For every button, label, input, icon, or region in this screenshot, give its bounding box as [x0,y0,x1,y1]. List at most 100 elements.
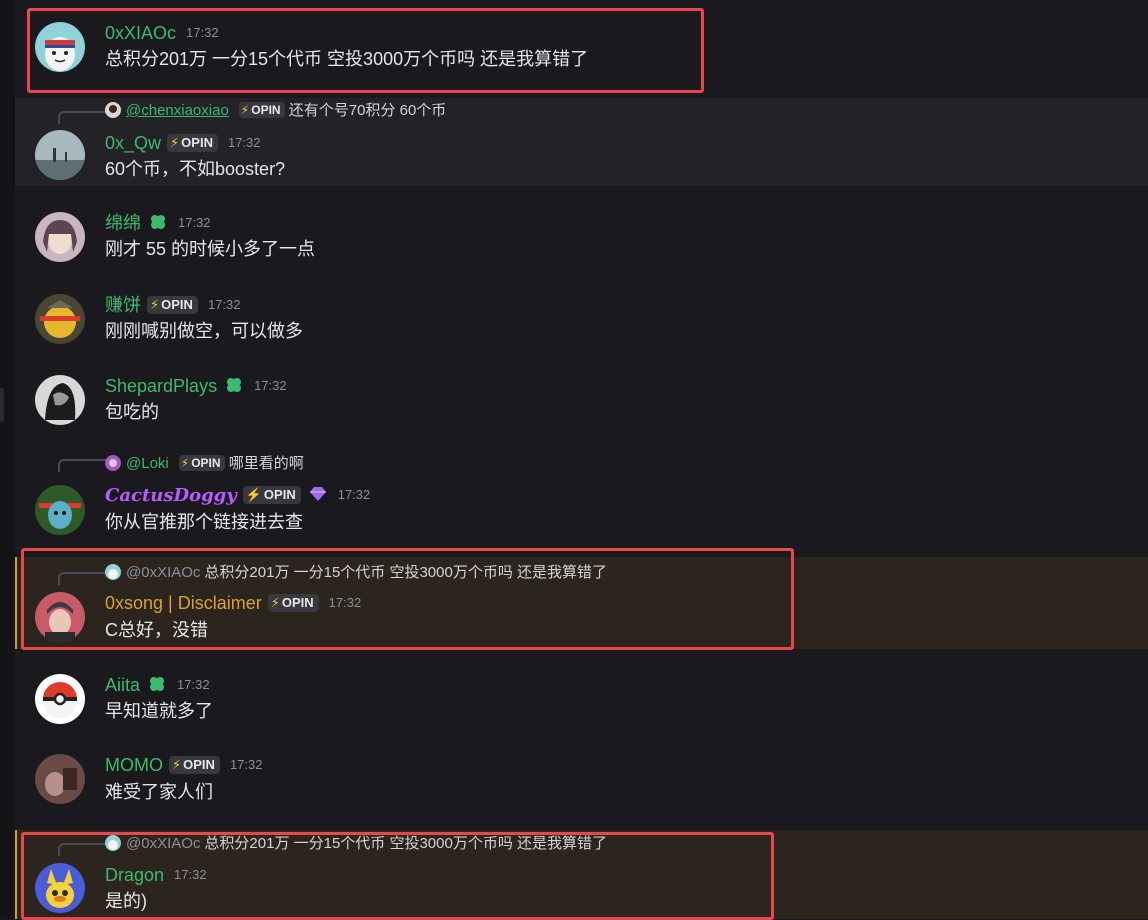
clover-icon [227,378,242,392]
opin-badge: ⚡ OPIN [147,296,198,314]
clover-icon [150,677,165,691]
username[interactable]: 0xXIAOc [105,23,176,43]
purple-gem-icon [309,487,326,501]
message[interactable]: ShepardPlays 17:32 包吃的 [15,363,1148,435]
message-text: 你从官推那个链接进去查 [105,512,303,532]
username-row: CactusDoggy ⚡ OPIN 17:32 [105,484,370,507]
message-text: 刚刚喊别做空，可以做多 [105,321,303,341]
opin-badge: ⚡ OPIN [238,102,285,118]
avatar[interactable] [35,674,85,724]
avatar[interactable] [35,294,85,344]
username-row: 0x_Qw ⚡ OPIN 17:32 [105,132,261,154]
username-row: Dragon 17:32 [105,864,207,886]
reply-username[interactable]: @0xXIAOc [126,564,200,581]
message-text: 包吃的 [105,402,159,422]
message-text: 早知道就多了 [105,701,213,721]
timestamp: 17:32 [254,378,287,393]
reply-preview[interactable]: @chenxiaoxiao ⚡ OPIN 还有个号70积分 60个币 [105,102,446,120]
avatar[interactable] [35,375,85,425]
timestamp: 17:32 [337,487,371,502]
message-text: 刚才 55 的时候小多了一点 [105,239,316,259]
message-text: C总好，没错 [105,620,208,640]
opin-badge: ⚡ OPIN [267,594,319,612]
username[interactable]: ShepardPlays [105,376,217,396]
timestamp: 17:32 [177,677,210,692]
message[interactable]: @0xXIAOc 总积分201万 一分15个代币 空投3000万个币吗 还是我算错… [15,557,1148,649]
timestamp: 17:32 [207,297,241,312]
username[interactable]: CactusDoggy [105,485,237,506]
username[interactable]: 0x_Qw [105,133,161,153]
avatar[interactable] [35,22,85,72]
reply-username[interactable]: @Loki [126,455,169,472]
reply-spine [58,459,106,472]
username-row: 0xXIAOc 17:32 [105,22,219,44]
message-text: 60个币，不如booster? [105,159,286,179]
username[interactable]: MOMO [105,755,163,775]
message-text: 难受了家人们 [105,782,213,802]
username[interactable]: 赚饼 [105,295,141,315]
message[interactable]: @Loki ⚡ OPIN 哪里看的啊 CactusDoggy ⚡ OPIN 17:32 你… [15,445,1148,541]
avatar[interactable] [35,130,85,180]
opin-badge: ⚡ OPIN [167,134,218,152]
username[interactable]: 0xsong | Disclaimer [105,593,262,613]
timestamp: 17:32 [178,215,211,230]
lightning-bolt-icon: ⚡ [270,595,280,610]
opin-badge: ⚡ OPIN [169,756,220,774]
avatar[interactable] [35,754,85,804]
lightning-bolt-icon: ⚡ [245,487,262,502]
reply-text: 总积分201万 一分15个代币 空投3000万个币吗 还是我算错了 [204,835,608,852]
lightning-bolt-icon: ⚡ [170,135,180,150]
lightning-bolt-icon: ⚡ [172,757,182,772]
reply-preview[interactable]: @Loki ⚡ OPIN 哪里看的啊 [105,455,304,473]
username-row: ShepardPlays 17:32 [105,375,287,397]
clover-icon [151,215,165,229]
message[interactable]: 赚饼 ⚡ OPIN 17:32 刚刚喊别做空，可以做多 [15,282,1148,354]
reply-username[interactable]: @0xXIAOc [126,835,200,852]
username-row: 绵绵 17:32 [105,212,211,234]
reply-avatar [105,102,121,118]
lightning-bolt-icon: ⚡ [180,456,190,470]
username-row: 0xsong | Disclaimer ⚡ OPIN 17:32 [105,592,361,614]
username-row: 赚饼 ⚡ OPIN 17:32 [105,294,240,316]
avatar[interactable] [35,863,85,913]
opin-badge: ⚡ OPIN [242,486,301,504]
opin-badge: ⚡ OPIN [178,455,225,471]
timestamp: 17:32 [227,135,261,150]
message[interactable]: 绵绵 17:32 刚才 55 的时候小多了一点 [15,200,1148,272]
reply-avatar [105,455,121,471]
reply-avatar [105,564,121,580]
reply-username[interactable]: @chenxiaoxiao [126,102,229,119]
reply-text: 哪里看的啊 [228,455,304,472]
message[interactable]: @chenxiaoxiao ⚡ OPIN 还有个号70积分 60个币 0x_Qw ⚡ O… [15,98,1148,186]
username-row: MOMO ⚡ OPIN 17:32 [105,754,262,776]
timestamp: 17:32 [229,757,263,772]
message-text: 是的) [105,891,147,911]
username[interactable]: 绵绵 [105,213,141,233]
reply-spine [58,572,106,585]
reply-spine [58,843,106,856]
left-gutter [0,0,15,919]
reply-preview[interactable]: @0xXIAOc 总积分201万 一分15个代币 空投3000万个币吗 还是我算错… [105,564,607,582]
avatar[interactable] [35,212,85,262]
username[interactable]: Dragon [105,865,164,885]
lightning-bolt-icon: ⚡ [150,297,160,312]
username-row: Aiita 17:32 [105,674,210,696]
message-text: 总积分201万 一分15个代币 空投3000万个币吗 还是我算错了 [105,49,589,69]
lightning-bolt-icon: ⚡ [240,103,250,117]
username[interactable]: Aiita [105,675,140,695]
reply-text: 总积分201万 一分15个代币 空投3000万个币吗 还是我算错了 [204,564,608,581]
message[interactable]: 0xXIAOc 17:32 总积分201万 一分15个代币 空投3000万个币吗 … [15,0,1148,96]
timestamp: 17:32 [186,25,219,40]
avatar[interactable] [35,592,85,642]
reply-avatar [105,835,121,851]
reply-text: 还有个号70积分 60个币 [288,102,447,119]
reply-spine [58,111,106,124]
reply-preview[interactable]: @0xXIAOc 总积分201万 一分15个代币 空投3000万个币吗 还是我算错… [105,835,607,853]
timestamp: 17:32 [174,867,207,882]
avatar[interactable] [35,485,85,535]
scroll-nub[interactable] [0,388,4,422]
message[interactable]: Aiita 17:32 早知道就多了 [15,662,1148,734]
timestamp: 17:32 [328,595,362,610]
message[interactable]: @0xXIAOc 总积分201万 一分15个代币 空投3000万个币吗 还是我算错… [15,830,1148,919]
message[interactable]: MOMO ⚡ OPIN 17:32 难受了家人们 [15,742,1148,814]
